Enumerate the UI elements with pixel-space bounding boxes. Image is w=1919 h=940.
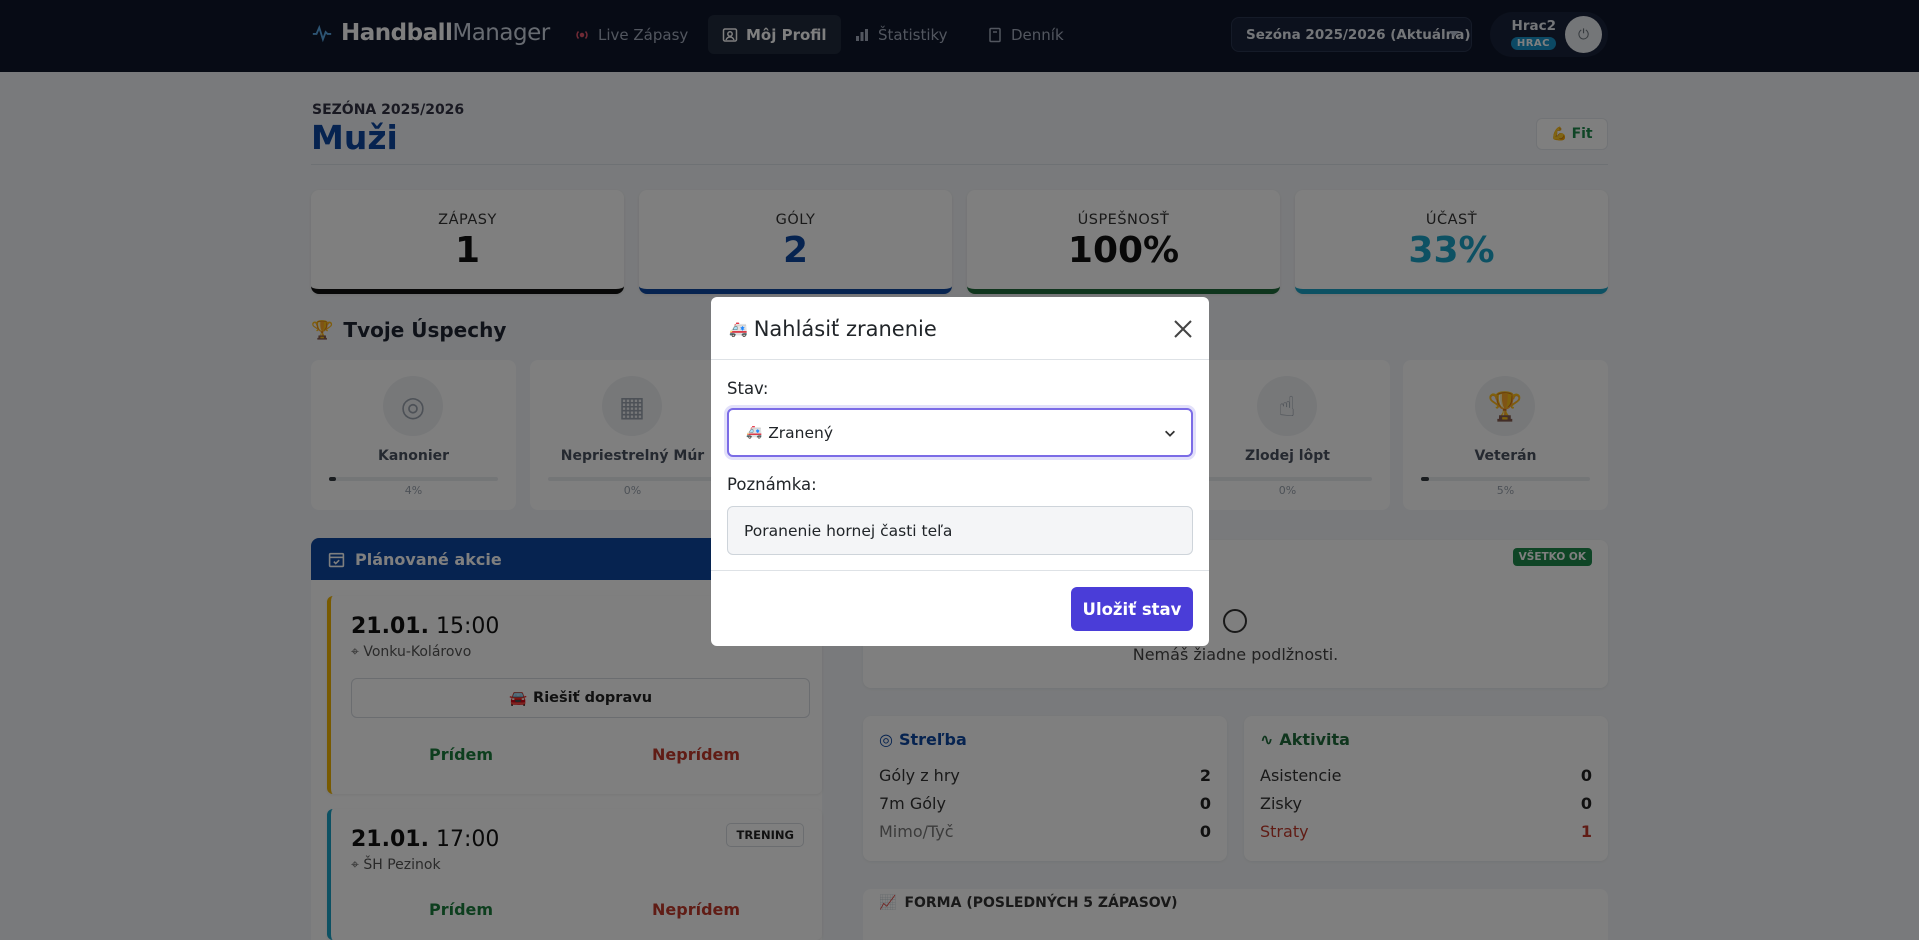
note-input[interactable]: Poranenie hornej časti teľa — [727, 506, 1193, 555]
modal-footer-divider — [711, 570, 1209, 571]
save-status-button[interactable]: Uložiť stav — [1071, 587, 1193, 631]
close-icon[interactable] — [1171, 317, 1195, 341]
ambulance-icon: 🚑 — [746, 425, 763, 440]
modal-title-text: Nahlásiť zranenie — [753, 317, 937, 341]
status-select-value: Zranený — [768, 423, 834, 442]
injury-modal: 🚑 Nahlásiť zranenie Stav: 🚑 Zranený Pozn… — [711, 297, 1209, 646]
status-select[interactable]: 🚑 Zranený — [727, 408, 1193, 457]
note-label: Poznámka: — [727, 475, 817, 494]
ambulance-icon: 🚑 — [729, 320, 748, 338]
status-label: Stav: — [727, 379, 769, 398]
modal-header: 🚑 Nahlásiť zranenie — [711, 297, 1209, 360]
chevron-down-icon — [1165, 430, 1175, 437]
modal-title: 🚑 Nahlásiť zranenie — [729, 317, 937, 341]
